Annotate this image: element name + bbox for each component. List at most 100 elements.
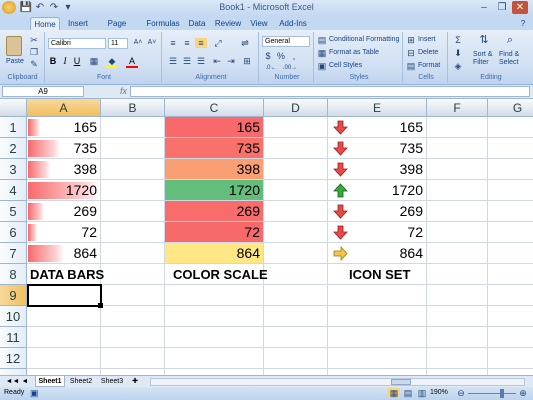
orientation-icon[interactable]: ⤢	[211, 38, 225, 48]
sort-button[interactable]: Sort &	[473, 51, 492, 58]
font-name-dropdown[interactable]: Calibri	[48, 38, 106, 49]
cell-g5[interactable]	[488, 201, 533, 222]
sheet-tab-sheet2[interactable]: Sheet2	[66, 376, 96, 387]
minimize-button[interactable]: –	[476, 1, 492, 14]
cell-d11[interactable]	[264, 327, 328, 348]
align-middle-icon[interactable]: ≡	[181, 38, 193, 48]
fill-icon[interactable]: ⬇	[453, 48, 463, 58]
increase-decimal-icon[interactable]: .0←	[263, 63, 279, 73]
row-header-11[interactable]: 11	[0, 327, 27, 348]
zoom-in-icon[interactable]: ⊕	[518, 388, 528, 398]
cell-b3[interactable]	[101, 159, 165, 180]
cell-e1[interactable]: 165	[328, 117, 427, 138]
cell-c9[interactable]	[165, 285, 264, 306]
tab-formulas[interactable]: Formulas	[145, 17, 181, 30]
cell-g8[interactable]	[488, 264, 533, 285]
cell-f11[interactable]	[427, 327, 488, 348]
cell-b6[interactable]	[101, 222, 165, 243]
cell-f4[interactable]	[427, 180, 488, 201]
grow-font-icon[interactable]: A˄	[132, 38, 144, 48]
tab-insert[interactable]: Insert	[64, 17, 92, 30]
fill-handle[interactable]	[98, 303, 103, 308]
insert-function-icon[interactable]: fx	[120, 86, 127, 96]
zoom-slider-thumb[interactable]	[500, 389, 504, 398]
page-layout-view-icon[interactable]: ▤	[402, 388, 414, 398]
cell-styles-button[interactable]: Cell Styles	[329, 62, 362, 69]
cell-e11[interactable]	[328, 327, 427, 348]
cell-b8[interactable]	[101, 264, 165, 285]
cell-d7[interactable]	[264, 243, 328, 264]
cell-b10[interactable]	[101, 306, 165, 327]
align-bottom-icon[interactable]: ≡	[195, 38, 207, 48]
currency-button[interactable]: $	[263, 51, 273, 61]
autosum-button[interactable]: Σ	[453, 35, 463, 45]
cell-b4[interactable]	[101, 180, 165, 201]
record-macro-icon[interactable]: ▣	[30, 388, 39, 399]
cell-e7[interactable]: 864	[328, 243, 427, 264]
column-header-g[interactable]: G	[488, 99, 533, 117]
format-cells-button[interactable]: Format	[418, 62, 440, 69]
normal-view-icon[interactable]: ▦	[388, 388, 400, 398]
tab-data[interactable]: Data	[187, 17, 207, 30]
cell-f12[interactable]	[427, 348, 488, 369]
find-select-icon[interactable]: ⌕	[503, 35, 517, 46]
cell-c1[interactable]: 165	[165, 117, 264, 138]
format-as-table-button[interactable]: Format as Table	[329, 49, 379, 56]
percent-button[interactable]: %	[276, 51, 286, 61]
cell-a1[interactable]: 165	[27, 117, 101, 138]
cell-a2[interactable]: 735	[27, 138, 101, 159]
tab-view[interactable]: View	[249, 17, 269, 30]
cell-g4[interactable]	[488, 180, 533, 201]
tab-review[interactable]: Review	[214, 17, 242, 30]
cell-c12[interactable]	[165, 348, 264, 369]
cell-f1[interactable]	[427, 117, 488, 138]
tab-page-layout[interactable]: Page Layout	[96, 17, 138, 41]
cell-b9[interactable]	[101, 285, 165, 306]
cell-e6[interactable]: 72	[328, 222, 427, 243]
restore-button[interactable]: ❐	[494, 1, 510, 14]
page-break-view-icon[interactable]: ▥	[416, 388, 428, 398]
cell-b7[interactable]	[101, 243, 165, 264]
column-header-c[interactable]: C	[165, 99, 264, 117]
number-format-dropdown[interactable]: General	[262, 36, 310, 47]
format-as-table-icon[interactable]: ▦	[317, 48, 327, 58]
cell-c2[interactable]: 735	[165, 138, 264, 159]
column-header-f[interactable]: F	[427, 99, 488, 117]
cell-e4[interactable]: 1720	[328, 180, 427, 201]
column-header-e[interactable]: E	[328, 99, 427, 117]
conditional-formatting-button[interactable]: Conditional Formatting	[329, 36, 399, 43]
row-header-4[interactable]: 4	[0, 180, 27, 201]
cell-c7[interactable]: 864	[165, 243, 264, 264]
merge-center-icon[interactable]: ⊞	[241, 56, 253, 66]
zoom-slider[interactable]	[468, 393, 516, 394]
cell-g12[interactable]	[488, 348, 533, 369]
insert-cells-button[interactable]: Insert	[418, 36, 436, 43]
clear-icon[interactable]: ◈	[453, 61, 463, 71]
cell-c11[interactable]	[165, 327, 264, 348]
cell-styles-icon[interactable]: ▣	[317, 61, 327, 71]
align-right-icon[interactable]: ☰	[195, 56, 207, 66]
cell-g10[interactable]	[488, 306, 533, 327]
formula-input[interactable]	[130, 86, 530, 97]
row-header-3[interactable]: 3	[0, 159, 27, 180]
cell-g7[interactable]	[488, 243, 533, 264]
row-header-6[interactable]: 6	[0, 222, 27, 243]
fill-color-icon[interactable]: ◆	[106, 56, 118, 66]
cell-f7[interactable]	[427, 243, 488, 264]
cell-a6[interactable]: 72	[27, 222, 101, 243]
cell-a3[interactable]: 398	[27, 159, 101, 180]
select-all-corner[interactable]	[0, 99, 27, 117]
comma-button[interactable]: ,	[289, 51, 299, 61]
borders-icon[interactable]: ▦	[88, 56, 100, 66]
center-icon[interactable]: ☰	[181, 56, 193, 66]
cell-a7[interactable]: 864	[27, 243, 101, 264]
cell-d9[interactable]	[264, 285, 328, 306]
italic-button[interactable]: I	[60, 56, 70, 66]
cell-d5[interactable]	[264, 201, 328, 222]
row-header-9[interactable]: 9	[0, 285, 27, 306]
horizontal-scrollbar[interactable]	[150, 378, 525, 386]
cell-g9[interactable]	[488, 285, 533, 306]
sheet-tab-sheet1[interactable]: Sheet1	[35, 376, 65, 387]
cell-d12[interactable]	[264, 348, 328, 369]
cell-f5[interactable]	[427, 201, 488, 222]
